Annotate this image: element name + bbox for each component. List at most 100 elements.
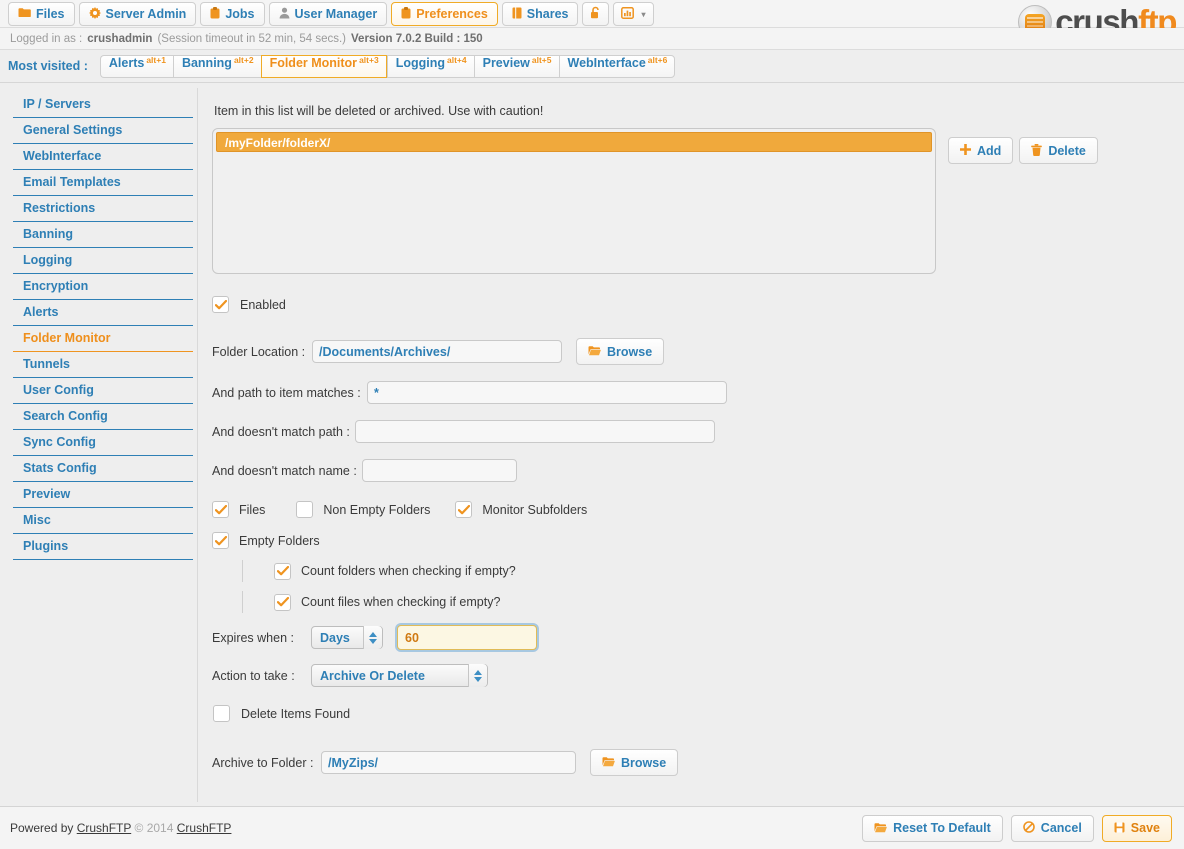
crushftp-link-2[interactable]: CrushFTP [177,821,232,835]
monitor-subfolders-label: Monitor Subfolders [482,503,587,517]
mv-tab-folder-monitor-shortcut: alt+3 [359,55,379,65]
mv-tab-webinterface[interactable]: WebInterface alt+6 [559,55,676,78]
save-button-label: Save [1131,821,1160,835]
nav-button-jobs[interactable]: Jobs [200,2,264,26]
plus-icon [960,144,971,157]
folder-monitor-panel: Item in this list will be deleted or arc… [212,92,1172,776]
sidebar-item-folder-monitor[interactable]: Folder Monitor [13,326,193,352]
delete-items-found-row: Delete Items Found [212,705,1172,722]
add-button[interactable]: Add [948,137,1013,164]
crushftp-link-1[interactable]: CrushFTP [77,821,131,835]
sidebar-item-preview[interactable]: Preview [13,482,193,508]
mv-tab-banning-shortcut: alt+2 [234,55,254,65]
mv-tab-banning-label: Banning [182,56,232,70]
mv-tab-alerts[interactable]: Alerts alt+1 [100,55,173,78]
mv-tab-webinterface-label: WebInterface [568,56,646,70]
cancel-button[interactable]: Cancel [1011,815,1094,842]
list-actions: Add Delete [948,137,1098,164]
enabled-checkbox[interactable] [212,296,229,313]
sidebar-divider [197,88,198,802]
sidebar-item-label: Stats Config [23,461,97,475]
lock-button[interactable] [582,2,609,26]
count-files-row: Count files when checking if empty? [212,591,1172,613]
enabled-label: Enabled [240,298,286,312]
sidebar-item-label: Encryption [23,279,88,293]
sidebar-item-label: Search Config [23,409,108,423]
doesnt-match-path-input[interactable] [355,420,715,443]
archive-to-folder-browse-button[interactable]: Browse [590,749,678,776]
sidebar-item-label: User Config [23,383,94,397]
mv-tab-folder-monitor[interactable]: Folder Monitor alt+3 [261,55,387,78]
expires-amount-input[interactable] [397,625,537,650]
non-empty-folders-checkbox[interactable] [296,501,313,518]
sidebar-item-label: Restrictions [23,201,95,215]
delete-button[interactable]: Delete [1019,137,1098,164]
count-files-checkbox[interactable] [274,594,291,611]
nav-button-preferences[interactable]: Preferences [391,2,498,26]
sidebar-item-webinterface[interactable]: WebInterface [13,144,193,170]
action-to-take-select[interactable]: Archive Or Delete [311,664,488,687]
non-empty-folders-label: Non Empty Folders [323,503,430,517]
nav-button-user-manager[interactable]: User Manager [269,2,388,26]
indent-guide [242,560,243,582]
nav-button-shares[interactable]: Shares [502,2,579,26]
path-matches-row: And path to item matches : [212,381,1172,404]
sidebar-item-search-config[interactable]: Search Config [13,404,193,430]
path-matches-label: And path to item matches : [212,386,367,400]
sidebar-item-general-settings[interactable]: General Settings [13,118,193,144]
list-item[interactable]: /myFolder/folderX/ [216,132,932,152]
sidebar-item-ip-servers[interactable]: IP / Servers [13,92,193,118]
sidebar-item-stats-config[interactable]: Stats Config [13,456,193,482]
mv-tab-preview[interactable]: Preview alt+5 [474,55,559,78]
nav-button-server-admin[interactable]: Server Admin [79,2,197,26]
expires-unit-value: Days [320,631,350,645]
files-checkbox[interactable] [212,501,229,518]
expires-when-row: Expires when : Days [212,625,1172,650]
delete-items-found-checkbox[interactable] [213,705,230,722]
sidebar-item-encryption[interactable]: Encryption [13,274,193,300]
sidebar-item-tunnels[interactable]: Tunnels [13,352,193,378]
empty-folders-label: Empty Folders [239,534,320,548]
empty-folders-checkbox[interactable] [212,532,229,549]
powered-by-prefix: Powered by [10,821,73,835]
stepper-icon[interactable] [468,664,487,687]
mv-tab-alerts-label: Alerts [109,56,144,70]
nav-button-files[interactable]: Files [8,2,75,26]
sidebar-item-user-config[interactable]: User Config [13,378,193,404]
session-timeout: (Session timeout in 52 min, 54 secs.) [157,33,346,45]
mv-tab-logging[interactable]: Logging alt+4 [387,55,474,78]
path-matches-input[interactable] [367,381,727,404]
mv-tab-alerts-shortcut: alt+1 [146,55,166,65]
doesnt-match-name-input[interactable] [362,459,517,482]
sidebar-item-email-templates[interactable]: Email Templates [13,170,193,196]
expires-unit-select[interactable]: Days [311,626,383,649]
reset-to-default-button[interactable]: Reset To Default [862,815,1003,842]
archive-to-folder-input[interactable] [321,751,576,774]
nav-button-files-label: Files [36,7,65,21]
sidebar-item-banning[interactable]: Banning [13,222,193,248]
sidebar-item-alerts[interactable]: Alerts [13,300,193,326]
sidebar-item-sync-config[interactable]: Sync Config [13,430,193,456]
sidebar-item-logging[interactable]: Logging [13,248,193,274]
monitor-subfolders-checkbox[interactable] [455,501,472,518]
folder-location-browse-button[interactable]: Browse [576,338,664,365]
image-icon [621,7,634,22]
image-menu-button[interactable]: ▾ [613,2,653,26]
archive-to-folder-browse-label: Browse [621,756,666,770]
version-info: Version 7.0.2 Build : 150 [351,33,483,45]
files-label: Files [239,503,265,517]
sidebar-item-plugins[interactable]: Plugins [13,534,193,560]
cancel-button-label: Cancel [1041,821,1082,835]
monitor-list[interactable]: /myFolder/folderX/ [212,128,936,274]
sidebar-item-label: Sync Config [23,435,96,449]
folder-location-input[interactable] [312,340,562,363]
sidebar-item-misc[interactable]: Misc [13,508,193,534]
folder-location-label: Folder Location : [212,345,312,359]
stepper-icon[interactable] [363,626,382,649]
mv-tab-banning[interactable]: Banning alt+2 [173,55,261,78]
action-to-take-row: Action to take : Archive Or Delete [212,664,1172,687]
book-icon [512,7,522,22]
save-button[interactable]: Save [1102,815,1172,842]
count-folders-checkbox[interactable] [274,563,291,580]
sidebar-item-restrictions[interactable]: Restrictions [13,196,193,222]
